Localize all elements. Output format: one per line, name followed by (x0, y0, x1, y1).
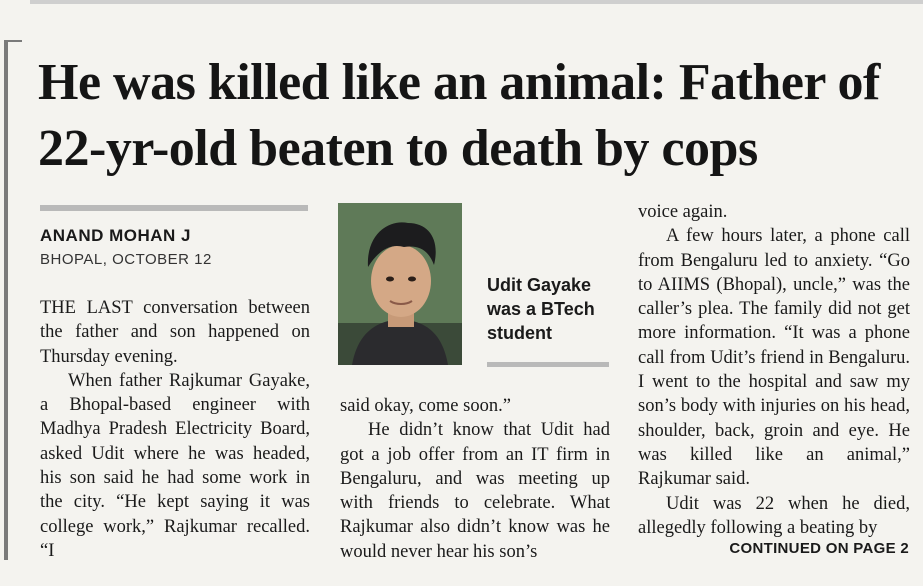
article-column-3: voice again. A few hours later, a phone … (638, 200, 910, 540)
dateline: BHOPAL, OCTOBER 12 (40, 251, 212, 268)
paragraph: voice again. (638, 202, 728, 222)
paragraph: Udit was 22 when he died, allegedly foll… (638, 493, 910, 538)
headline: He was killed like an animal: Father of … (38, 54, 880, 177)
photo-caption: Udit Gayake was a BTech student (487, 275, 595, 343)
page-edge-line (4, 40, 8, 560)
top-rule (30, 0, 923, 4)
paragraph: When father Rajkumar Gayake, a Bhopal-ba… (40, 370, 310, 561)
continued-on-page-link[interactable]: CONTINUED ON PAGE 2 (729, 540, 909, 557)
paragraph: THE LAST conversation between the father… (40, 298, 310, 367)
author: ANAND MOHAN J (40, 226, 191, 245)
article-column-2: said okay, come soon.” He didn’t know th… (340, 394, 610, 564)
page-edge-tick (8, 40, 22, 42)
caption-rule (487, 362, 609, 367)
paragraph: He didn’t know that Udit had got a job o… (340, 420, 610, 562)
photo-udit-gayake (338, 203, 462, 365)
paragraph: said okay, come soon.” (340, 396, 511, 416)
paragraph: A few hours later, a phone call from Ben… (638, 226, 910, 490)
article-column-1: THE LAST conversation between the father… (40, 296, 310, 563)
byline-rule (40, 205, 308, 211)
